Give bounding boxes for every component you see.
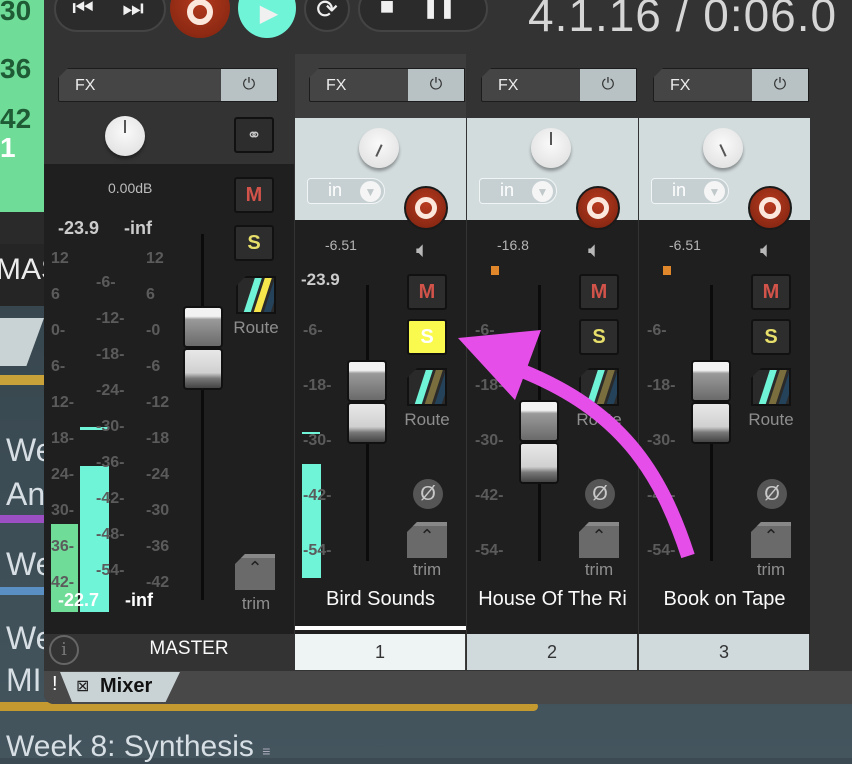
annotation-arrow [458,330,695,559]
arrow-head [458,330,541,400]
arrow-shaft [517,363,695,559]
